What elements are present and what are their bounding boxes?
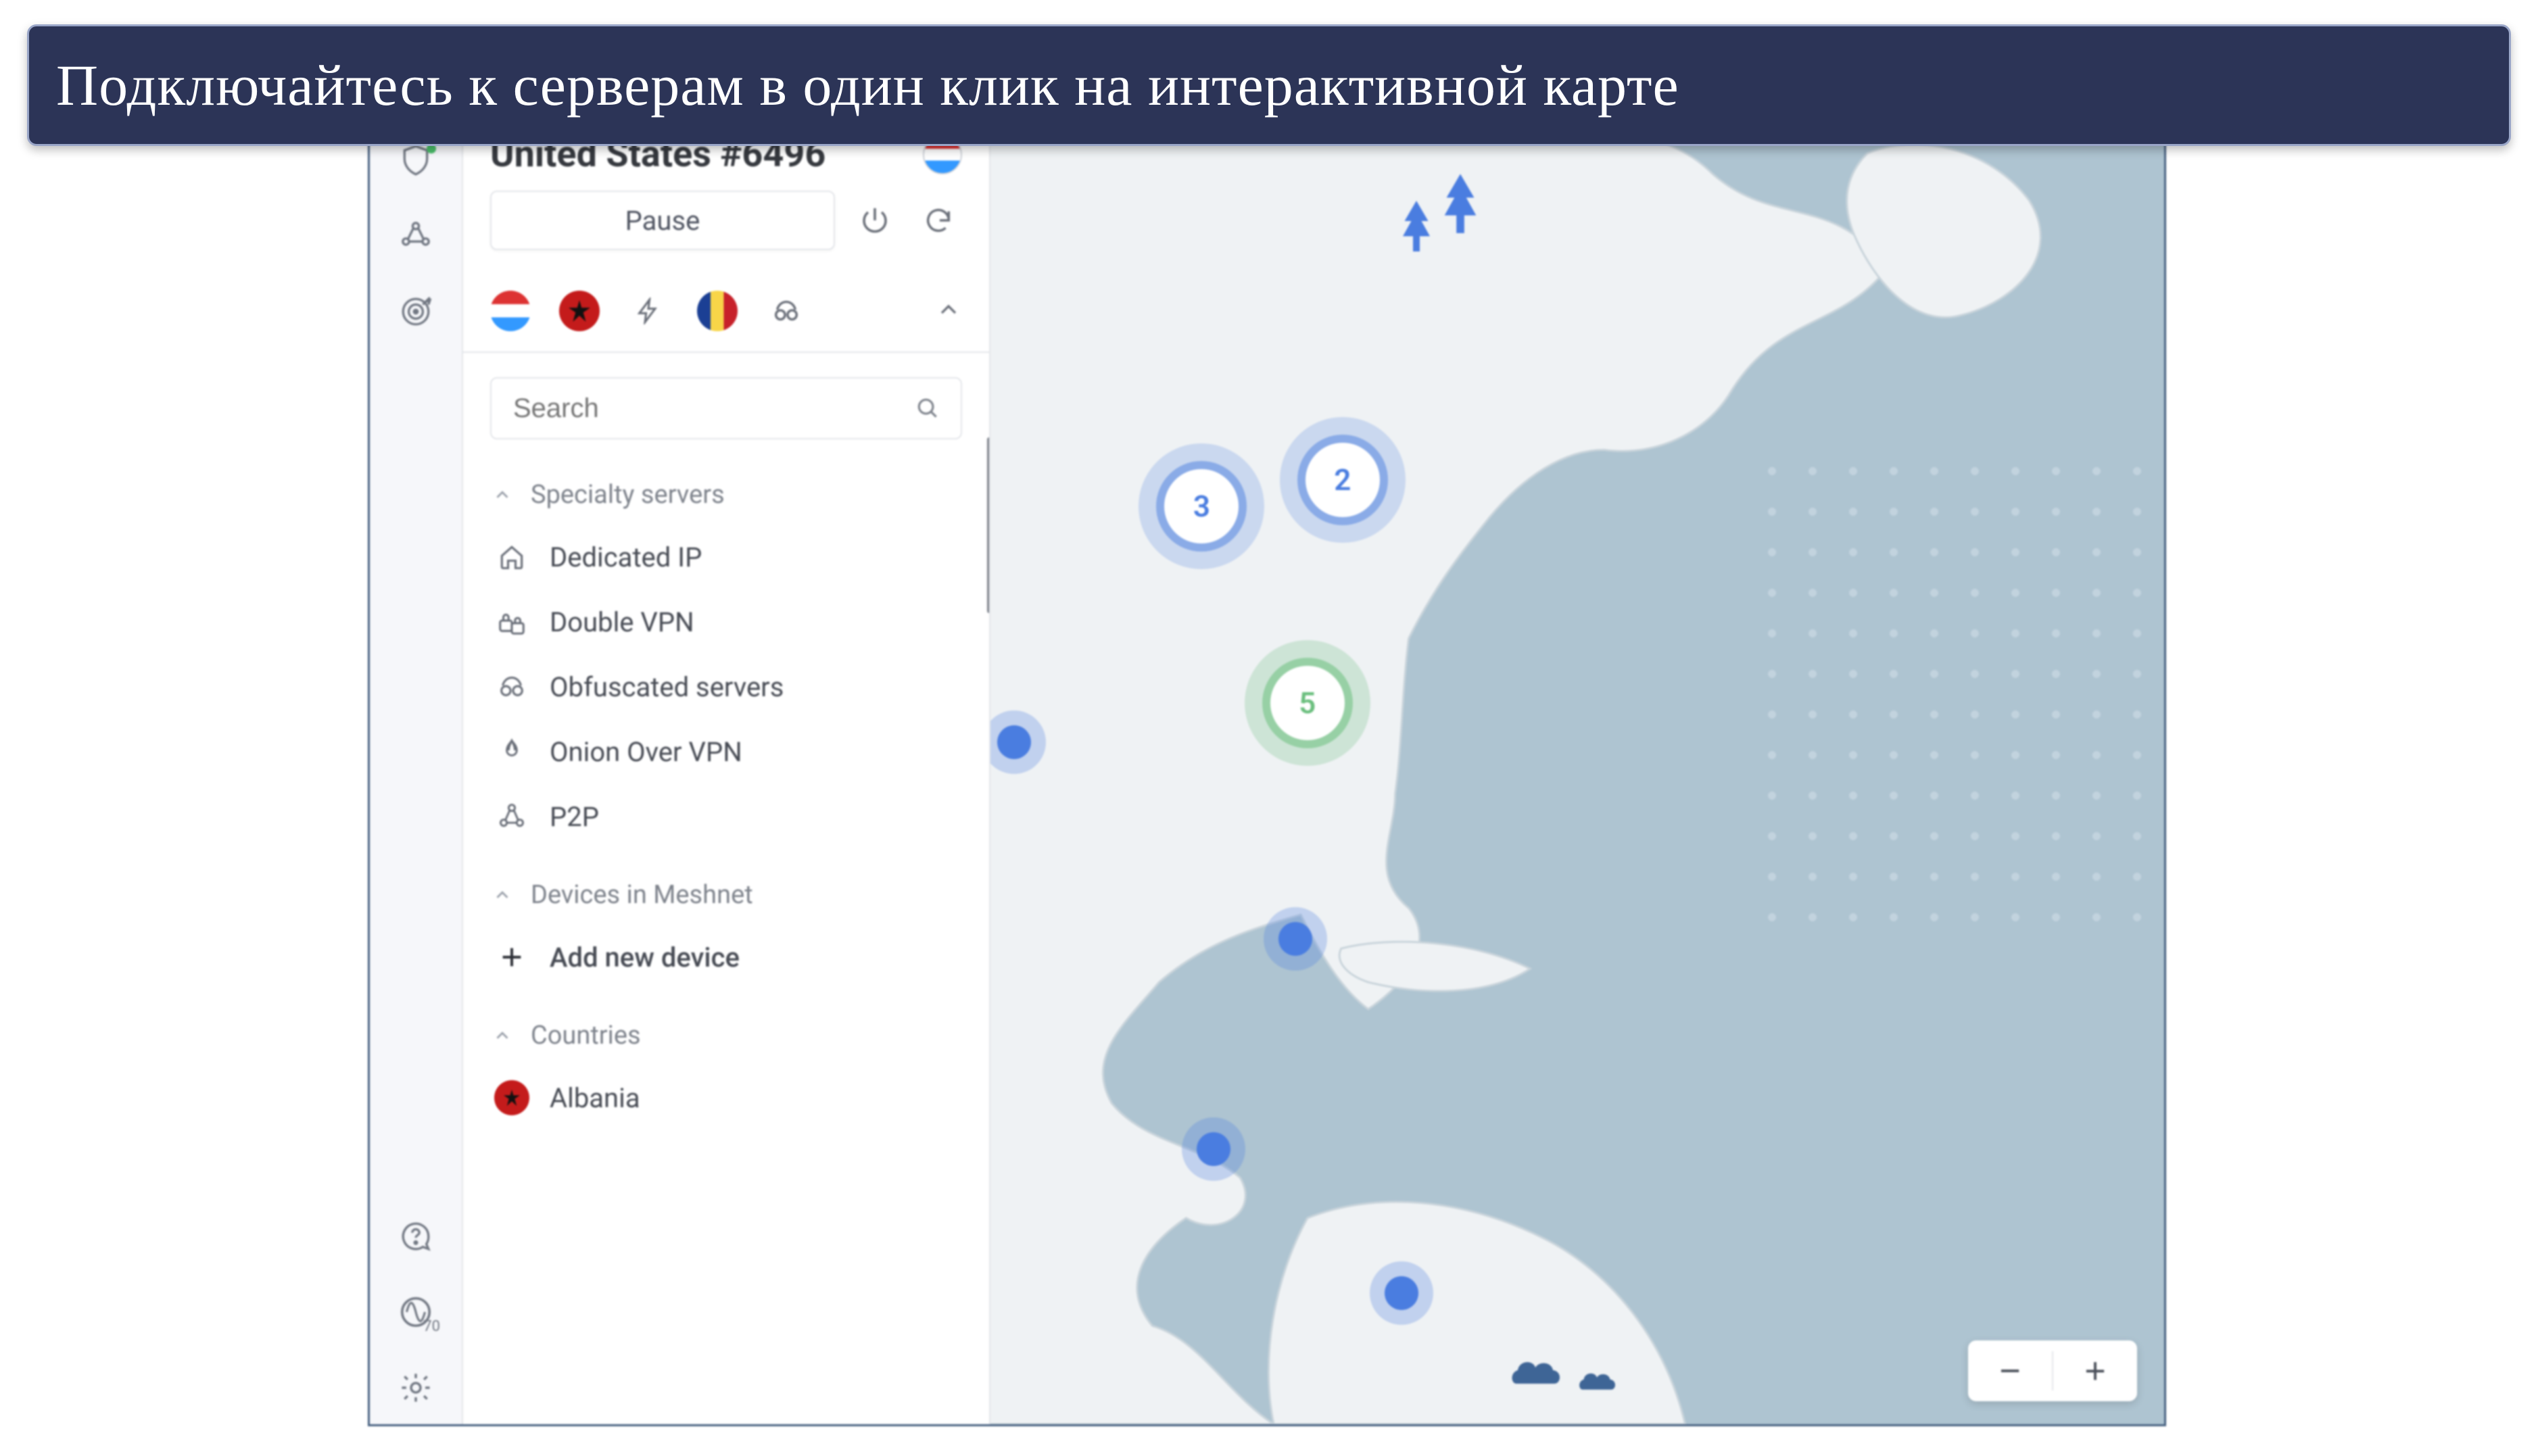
help-icon[interactable] xyxy=(396,1216,436,1257)
specialty-item-obfuscated[interactable]: Obfuscated servers xyxy=(490,654,962,719)
onion-icon xyxy=(494,734,529,769)
caption-banner: Подключайтесь к серверам в один клик на … xyxy=(27,24,2511,146)
double-lock-icon xyxy=(494,604,529,639)
specialty-item-onion[interactable]: Onion Over VPN xyxy=(490,719,962,784)
countries-section: Countries Albania xyxy=(463,995,989,1136)
search-icon xyxy=(915,395,940,421)
tree-icon xyxy=(1396,201,1437,258)
map-cluster-active[interactable]: 5 xyxy=(1270,666,1345,740)
lightning-shortcut[interactable] xyxy=(628,291,669,331)
vpn-app-window: 70 United States #6496 Pause xyxy=(368,111,2166,1426)
caption-text: Подключайтесь к серверам в один клик на … xyxy=(56,51,1679,119)
list-item-label: Double VPN xyxy=(550,606,694,638)
map-cluster[interactable]: 3 xyxy=(1164,469,1239,543)
list-item-label: Albania xyxy=(550,1082,640,1114)
chevron-up-icon xyxy=(490,885,514,905)
us-flag-shortcut[interactable] xyxy=(490,291,531,331)
specialty-item-dedicated-ip[interactable]: Dedicated IP xyxy=(490,525,962,589)
settings-icon[interactable] xyxy=(396,1367,436,1408)
zoom-control: − + xyxy=(1968,1340,2137,1401)
meshnet-icon[interactable] xyxy=(396,216,436,256)
pause-button[interactable]: Pause xyxy=(490,191,835,250)
search-row xyxy=(490,377,962,439)
zoom-out-button[interactable]: − xyxy=(1968,1340,2052,1401)
zoom-in-button[interactable]: + xyxy=(2053,1340,2137,1401)
shortcut-row xyxy=(463,270,989,353)
obfuscated-shortcut[interactable] xyxy=(766,291,807,331)
list-item-label: P2P xyxy=(550,801,599,833)
section-title: Devices in Meshnet xyxy=(531,880,753,910)
target-icon[interactable] xyxy=(396,291,436,332)
decorative-dots xyxy=(1752,451,2157,924)
meshnet-section-header[interactable]: Devices in Meshnet xyxy=(490,865,962,925)
albania-flag-icon xyxy=(494,1080,529,1115)
countries-section-header[interactable]: Countries xyxy=(490,1006,962,1065)
pause-row: Pause xyxy=(463,176,989,270)
bush-icon xyxy=(1579,1363,1619,1393)
section-title: Countries xyxy=(531,1021,641,1050)
specialty-section: Specialty servers Dedicated IP Double VP… xyxy=(463,454,989,854)
cluster-count: 5 xyxy=(1299,685,1316,721)
chevron-up-icon xyxy=(490,1025,514,1046)
chevron-up-icon xyxy=(490,485,514,505)
home-icon xyxy=(494,539,529,575)
specialty-item-p2p[interactable]: P2P xyxy=(490,784,962,849)
map-node[interactable] xyxy=(1197,1132,1230,1166)
albania-flag-shortcut[interactable] xyxy=(559,291,600,331)
world-map[interactable]: 3 2 5 − + xyxy=(990,113,2164,1424)
cluster-count: 3 xyxy=(1193,489,1210,524)
list-item-label: Add new device xyxy=(550,942,740,973)
cluster-count: 2 xyxy=(1334,462,1351,498)
list-item-label: Obfuscated servers xyxy=(550,671,784,703)
romania-flag-shortcut[interactable] xyxy=(697,291,738,331)
add-device-button[interactable]: Add new device xyxy=(490,925,962,990)
country-item-albania[interactable]: Albania xyxy=(490,1065,962,1130)
bush-icon xyxy=(1511,1350,1565,1386)
p2p-icon xyxy=(494,799,529,834)
list-item-label: Onion Over VPN xyxy=(550,736,742,768)
refresh-button[interactable] xyxy=(915,197,962,244)
shield-icon[interactable] xyxy=(396,140,436,180)
plus-icon xyxy=(494,940,529,975)
activity-icon[interactable]: 70 xyxy=(396,1292,436,1332)
specialty-item-double-vpn[interactable]: Double VPN xyxy=(490,589,962,654)
search-input[interactable] xyxy=(512,393,901,424)
map-cluster[interactable]: 2 xyxy=(1306,443,1380,517)
section-title: Specialty servers xyxy=(531,480,725,510)
tree-icon xyxy=(1437,174,1484,240)
map-node[interactable] xyxy=(997,725,1031,759)
power-button[interactable] xyxy=(851,197,899,244)
list-item-label: Dedicated IP xyxy=(550,541,702,573)
server-panel: United States #6496 Pause xyxy=(463,113,990,1424)
nav-iconbar: 70 xyxy=(370,113,463,1424)
collapse-shortcuts-button[interactable] xyxy=(935,296,962,326)
specialty-section-header[interactable]: Specialty servers xyxy=(490,465,962,525)
obfuscated-icon xyxy=(494,669,529,704)
map-node[interactable] xyxy=(1385,1276,1418,1310)
meshnet-section: Devices in Meshnet Add new device xyxy=(463,854,989,995)
